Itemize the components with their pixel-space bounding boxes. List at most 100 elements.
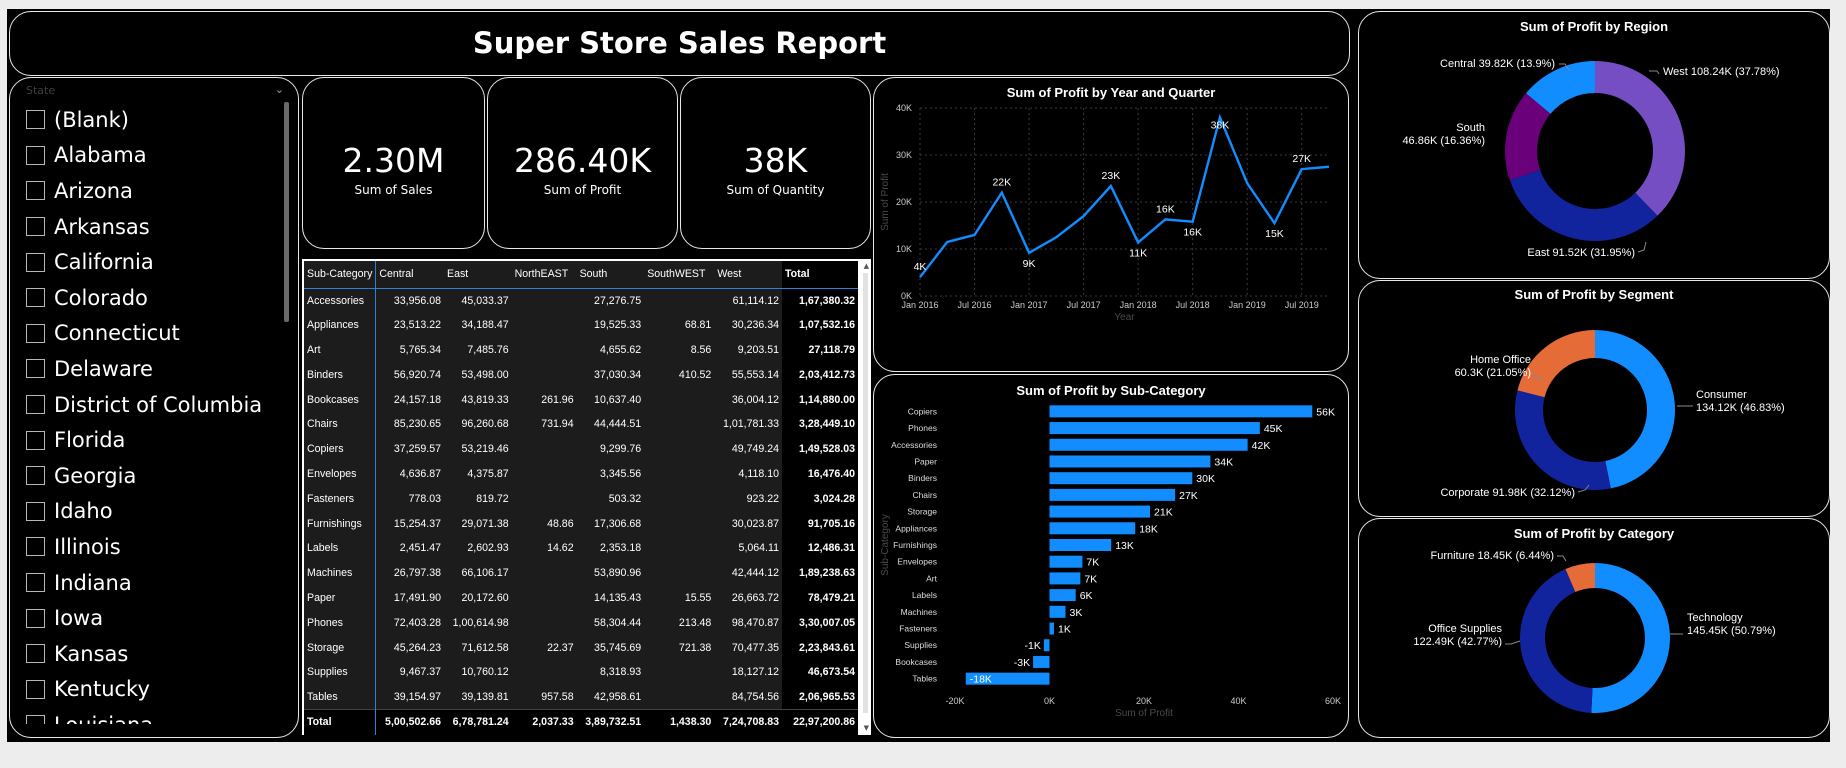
table-cell (512, 313, 577, 338)
checkbox[interactable] (26, 537, 45, 557)
table-row: Paper 17,491.90 20,172.60 14,135.43 15.55 26,… (304, 585, 858, 611)
checkbox[interactable] (26, 110, 45, 130)
checkbox[interactable] (26, 145, 45, 165)
table-cell: 37,030.34 (594, 368, 642, 381)
column-header[interactable]: SouthWEST (644, 261, 715, 289)
slicer-item[interactable]: Connecticut (26, 316, 296, 352)
slice-office-supplies[interactable] (1520, 569, 1593, 713)
slice-label: Home Office 60.3K (21.05%) (1455, 354, 1531, 379)
category-label: Binders (908, 473, 937, 483)
bar-chairs (1049, 488, 1176, 501)
table-cell (512, 462, 577, 487)
kpi-label: Sum of Profit (543, 183, 622, 197)
slice-west[interactable] (1595, 61, 1685, 216)
data-label: 45K (1264, 423, 1283, 435)
table-cell: 85,230.65 (393, 418, 442, 431)
x-tick-label: 20K (1136, 696, 1152, 706)
slice-consumer[interactable] (1595, 330, 1675, 489)
triangle-up-icon[interactable]: ▲ (864, 262, 869, 270)
checkbox[interactable] (26, 359, 45, 379)
checkbox[interactable] (26, 679, 45, 699)
triangle-down-icon[interactable]: ▼ (864, 724, 869, 732)
line-chart-card: Sum of Profit by Year and Quarter 0K 10K 2… (873, 77, 1349, 372)
table-cell: Phones (304, 610, 377, 636)
checkbox[interactable] (26, 715, 45, 724)
slicer-item[interactable]: Delaware (26, 351, 296, 387)
column-header[interactable]: East (444, 261, 512, 289)
checkbox[interactable] (26, 573, 45, 593)
table-cell: 27,276.75 (594, 294, 642, 307)
checkbox[interactable] (26, 501, 45, 521)
checkbox[interactable] (26, 288, 45, 308)
checkbox[interactable] (26, 323, 45, 343)
slicer-item[interactable]: District of Columbia (26, 387, 296, 423)
table-cell: 39,139.81 (461, 690, 509, 703)
slicer-item[interactable]: Idaho (26, 494, 296, 530)
table-cell: 957.58 (541, 690, 574, 703)
data-label: -3K (1014, 657, 1030, 669)
category-label: Paper (914, 456, 937, 466)
table-cell: 4,375.87 (467, 467, 509, 480)
table-row: Bookcases 24,157.18 43,819.33 261.96 10,637.… (304, 387, 858, 412)
chevron-down-icon[interactable]: ⌄ (275, 83, 284, 96)
slicer-scrollbar[interactable] (284, 102, 289, 322)
checkbox[interactable] (26, 395, 45, 415)
slicer-item[interactable]: Arkansas (26, 209, 296, 245)
slicer-item[interactable]: Illinois (26, 529, 296, 565)
checkbox[interactable] (26, 466, 45, 486)
y-tick-label: 10K (896, 244, 912, 254)
table-cell: 7,485.76 (467, 343, 509, 356)
data-label: 38K (1211, 119, 1230, 131)
table-cell: 3,28,449.10 (782, 411, 858, 437)
slicer-item[interactable]: Alabama (26, 138, 296, 174)
table-cell: 9,203.51 (737, 343, 779, 356)
slice-technology[interactable] (1591, 563, 1670, 713)
column-header[interactable]: Central (375, 261, 445, 289)
slicer-item[interactable]: Kentucky (26, 672, 296, 708)
bar-fasteners (1049, 622, 1054, 635)
slicer-item[interactable]: Kansas (26, 636, 296, 672)
slicer-item[interactable]: California (26, 244, 296, 280)
checkbox[interactable] (26, 430, 45, 450)
slicer-item[interactable]: Colorado (26, 280, 296, 316)
table-cell: 66,106.17 (461, 567, 509, 580)
category-label: Labels (912, 590, 937, 600)
checkbox[interactable] (26, 181, 45, 201)
slicer-item-label: California (54, 250, 154, 275)
table-cell: 22.37 (547, 641, 574, 654)
bar-binders (1049, 472, 1193, 485)
table-row: Accessories 33,956.08 45,033.37 27,276.75 61… (304, 288, 858, 313)
category-label: Bookcases (895, 657, 937, 667)
column-header[interactable]: West (714, 261, 782, 289)
slice-east[interactable] (1509, 169, 1658, 242)
slicer-item[interactable]: Florida (26, 422, 296, 458)
table-cell: Copiers (304, 436, 377, 462)
table-cell: 27,118.79 (782, 337, 858, 363)
slicer-item[interactable]: Georgia (26, 458, 296, 494)
slicer-item[interactable]: Arizona (26, 173, 296, 209)
state-slicer[interactable]: State ⌄ (Blank) Alabama Arizona Arkansas Cal… (9, 77, 299, 738)
category-label: Storage (907, 507, 937, 517)
slice-corporate[interactable] (1515, 390, 1611, 490)
checkbox[interactable] (26, 608, 45, 628)
slicer-item[interactable]: Louisiana (26, 707, 296, 724)
slicer-item-label: Louisiana (54, 713, 153, 724)
line-chart: 0K10K20K30K40KJan 2016 Jul 2016 Jan 2017 Ju… (880, 103, 1330, 323)
slicer-item[interactable]: (Blank) (26, 102, 296, 138)
checkbox[interactable] (26, 217, 45, 237)
table-cell: Appliances (304, 312, 377, 338)
category-label: Tables (912, 674, 937, 684)
column-header[interactable]: NorthEAST (511, 261, 577, 289)
column-header[interactable]: Total (782, 261, 858, 289)
slicer-item[interactable]: Indiana (26, 565, 296, 601)
x-tick-label: -20K (945, 696, 964, 706)
table-cell: Furnishings (304, 511, 377, 536)
column-header[interactable]: Sub-Category (304, 261, 377, 289)
table-scrollbar[interactable] (863, 273, 868, 713)
column-header[interactable]: South (576, 261, 645, 289)
checkbox[interactable] (26, 252, 45, 272)
slicer-item[interactable]: Iowa (26, 600, 296, 636)
checkbox[interactable] (26, 644, 45, 664)
table-cell: 4,118.10 (738, 467, 779, 480)
data-label: 16K (1183, 227, 1202, 239)
